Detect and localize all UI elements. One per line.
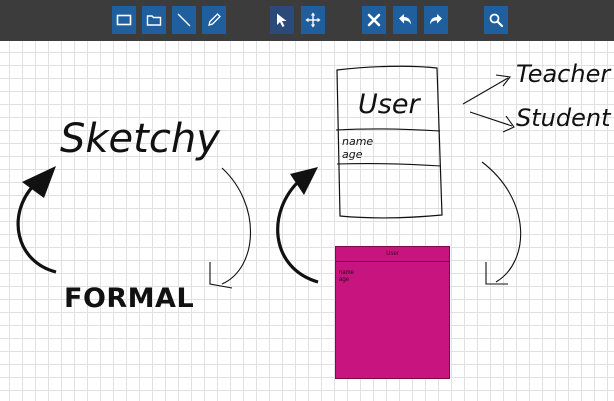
- formal-class-box[interactable]: User name age: [335, 246, 450, 379]
- cycle-arrow-left: [16, 183, 57, 274]
- relation-arrow-student: [469, 111, 513, 127]
- sketch-class-title: User: [358, 89, 421, 120]
- sketch-class-divider-1: [335, 128, 441, 132]
- formal-class-title: User: [336, 247, 449, 262]
- relation-teacher-label: Teacher: [516, 60, 612, 88]
- cycle-arrow-right: [276, 178, 319, 284]
- formal-attr-age: age: [339, 277, 350, 283]
- drawing-layer: Sketchy User name age Teacher Student: [16, 60, 612, 289]
- sketch-arrow-left-head: [209, 262, 233, 289]
- relation-student-label: Student: [516, 104, 612, 132]
- sketch-attr-name: name: [342, 135, 373, 148]
- sketch-arrow-left: [221, 167, 251, 285]
- sketch-arrow-right: [481, 161, 522, 283]
- formal-attr-name: name: [339, 270, 355, 276]
- cycle-arrow-right-head: [290, 167, 318, 195]
- sketch-attr-age: age: [342, 148, 363, 161]
- formal-class-attributes: name age: [336, 262, 449, 284]
- relation-arrow-teacher: [462, 77, 509, 105]
- sketchy-label: Sketchy: [60, 116, 221, 162]
- formal-label: FORMAL: [64, 283, 195, 314]
- sketch-class-divider-2: [336, 163, 442, 167]
- sketch-arrow-right-head: [485, 262, 508, 285]
